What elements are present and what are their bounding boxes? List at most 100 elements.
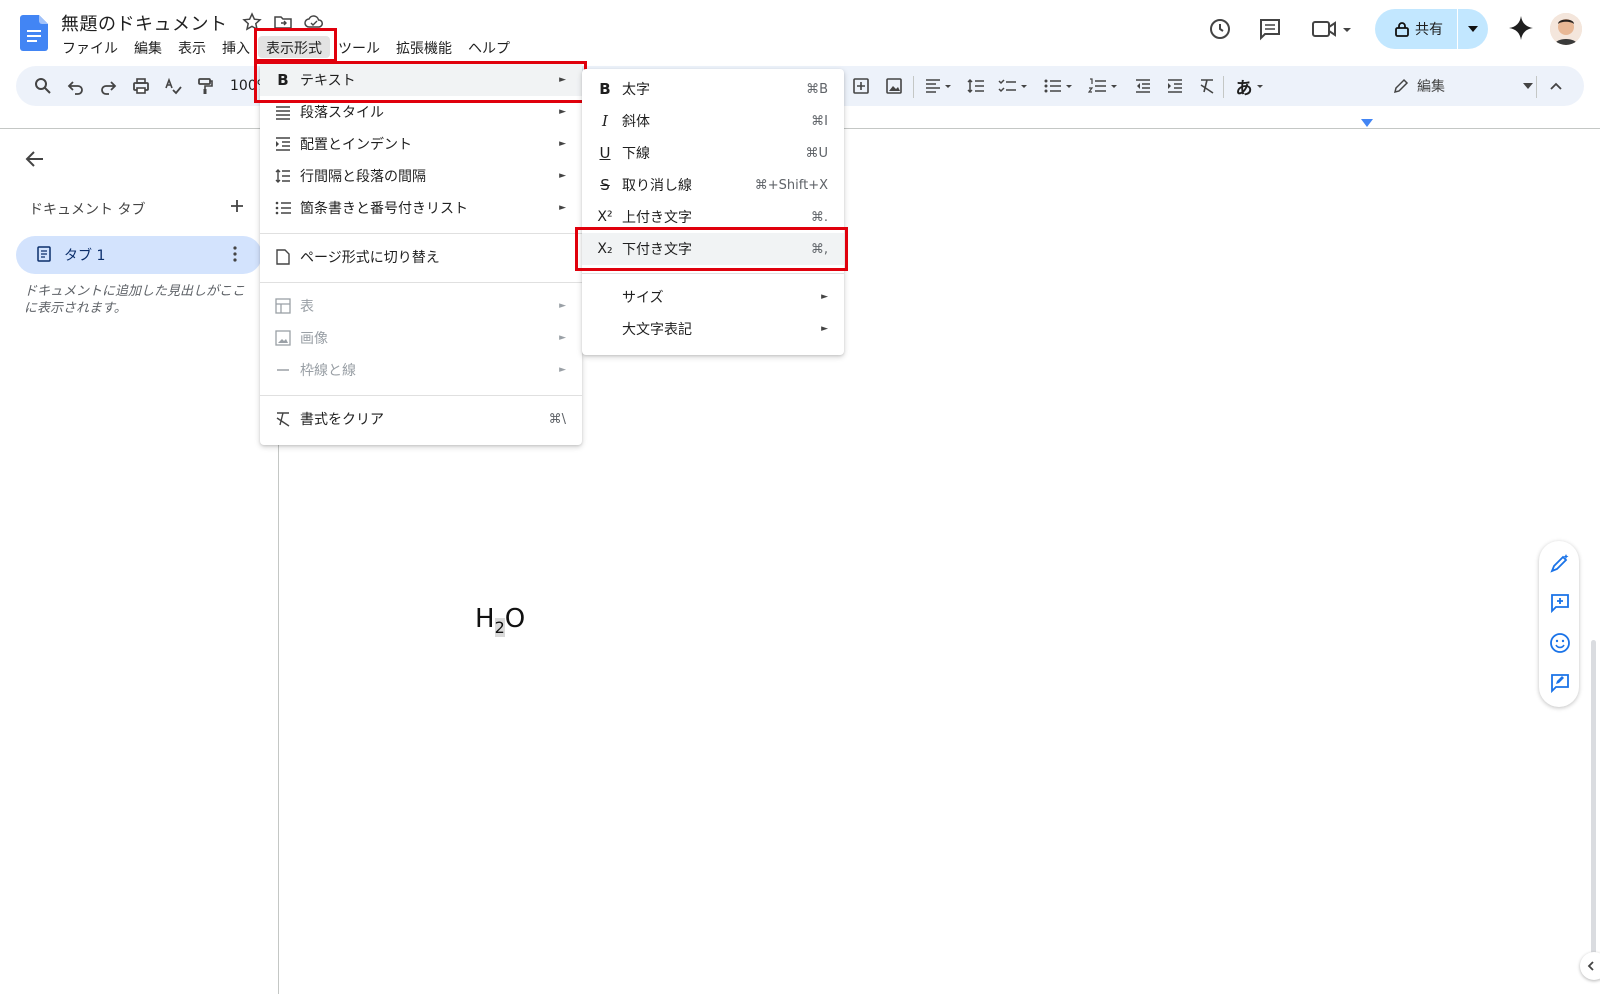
menu-insert[interactable]: 挿入: [214, 36, 258, 58]
meet-video-icon[interactable]: [1310, 16, 1354, 44]
insert-comment-icon[interactable]: [851, 76, 871, 96]
collapse-side-panel-icon[interactable]: [1580, 952, 1600, 980]
indent-icon: [274, 135, 292, 153]
superscript-icon: X²: [597, 209, 613, 225]
input-tools[interactable]: あ: [1234, 76, 1268, 99]
clear-formatting-icon[interactable]: [1197, 76, 1217, 96]
align-icon[interactable]: [924, 76, 956, 96]
submenu-item-strikethrough[interactable]: S 取り消し線 ⌘+Shift+X: [582, 169, 844, 201]
add-comment-icon[interactable]: [1549, 592, 1571, 614]
page-icon: [274, 248, 292, 266]
submenu-arrow-icon: ►: [559, 301, 566, 311]
emoji-reaction-icon[interactable]: [1549, 632, 1571, 654]
increase-indent-icon[interactable]: [1165, 76, 1185, 96]
submenu-arrow-icon: ►: [821, 292, 828, 302]
lock-icon: [1395, 21, 1409, 37]
paint-format-icon[interactable]: [195, 76, 215, 96]
comments-icon[interactable]: [1257, 16, 1285, 44]
cloud-saved-icon[interactable]: [304, 12, 324, 32]
menu-tools[interactable]: ツール: [330, 36, 388, 58]
submenu-arrow-icon: ►: [559, 365, 566, 375]
document-body-text[interactable]: H2O: [475, 604, 525, 637]
table-icon: [274, 297, 292, 315]
submenu-arrow-icon: ►: [559, 75, 566, 85]
submenu-arrow-icon: ►: [559, 139, 566, 149]
menu-file[interactable]: ファイル: [54, 36, 126, 58]
menu-item-paragraph-style[interactable]: 段落スタイル ►: [260, 96, 582, 128]
submenu-item-underline[interactable]: U 下線 ⌘U: [582, 137, 844, 169]
insert-image-icon[interactable]: [884, 76, 904, 96]
share-main[interactable]: 共有: [1375, 9, 1457, 49]
menu-format[interactable]: 表示形式: [258, 36, 330, 58]
submenu-item-size[interactable]: サイズ ►: [582, 281, 844, 313]
submenu-item-bold[interactable]: B 太字 ⌘B: [582, 73, 844, 105]
submenu-item-subscript[interactable]: X₂ 下付き文字 ⌘,: [582, 233, 844, 265]
menu-item-lists[interactable]: 箇条書きと番号付きリスト ►: [260, 192, 582, 224]
menu-edit[interactable]: 編集: [126, 36, 170, 58]
strikethrough-icon: S: [600, 176, 610, 194]
submenu-arrow-icon: ►: [559, 171, 566, 181]
menu-view[interactable]: 表示: [170, 36, 214, 58]
scrollbar[interactable]: [1591, 640, 1596, 962]
submenu-arrow-icon: ►: [559, 107, 566, 117]
move-folder-icon[interactable]: [273, 12, 293, 32]
text-submenu: B 太字 ⌘B I 斜体 ⌘I U 下線 ⌘U S 取り消し線 ⌘+Shift+…: [582, 69, 844, 355]
menu-item-borders: 枠線と線 ►: [260, 354, 582, 386]
tab-document-icon: [36, 246, 52, 262]
menu-divider: [260, 282, 582, 283]
collapse-menus-icon[interactable]: [1546, 76, 1566, 96]
indent-marker-icon[interactable]: [1361, 119, 1373, 127]
spellcheck-icon[interactable]: [163, 76, 183, 96]
checklist-icon[interactable]: [998, 76, 1032, 96]
menu-extensions[interactable]: 拡張機能: [388, 36, 460, 58]
document-tabs-heading: ドキュメント タブ: [29, 202, 146, 218]
undo-icon[interactable]: [66, 76, 86, 96]
menu-item-text[interactable]: B テキスト ►: [260, 64, 582, 96]
back-arrow-icon[interactable]: [24, 148, 46, 170]
bulleted-list-icon[interactable]: [1043, 76, 1077, 96]
bold-icon: B: [599, 80, 611, 98]
share-dropdown-icon[interactable]: [1458, 9, 1488, 49]
menu-item-switch-pages[interactable]: ページ形式に切り替え: [260, 241, 582, 273]
numbered-list-icon[interactable]: [1088, 76, 1122, 96]
line-spacing-icon: [274, 167, 292, 185]
border-icon: [274, 361, 292, 379]
user-avatar[interactable]: [1550, 13, 1582, 45]
decrease-indent-icon[interactable]: [1133, 76, 1153, 96]
submenu-arrow-icon: ►: [821, 324, 828, 334]
menu-divider: [582, 273, 844, 274]
chevron-down-icon: [1523, 83, 1533, 89]
add-tab-icon[interactable]: [228, 197, 246, 215]
menu-item-align-indent[interactable]: 配置とインデント ►: [260, 128, 582, 160]
submenu-item-capitalization[interactable]: 大文字表記 ►: [582, 313, 844, 345]
editing-mode-select[interactable]: 編集: [1393, 73, 1533, 99]
pencil-icon: [1393, 78, 1409, 94]
document-title[interactable]: 無題のドキュメント: [61, 10, 228, 36]
submenu-item-superscript[interactable]: X² 上付き文字 ⌘.: [582, 201, 844, 233]
menu-item-line-spacing[interactable]: 行間隔と段落の間隔 ►: [260, 160, 582, 192]
search-menus-icon[interactable]: [33, 76, 53, 96]
submenu-item-italic[interactable]: I 斜体 ⌘I: [582, 105, 844, 137]
menu-item-clear-format[interactable]: 書式をクリア ⌘\: [260, 403, 582, 435]
menu-item-image: 画像 ►: [260, 322, 582, 354]
suggest-edits-icon[interactable]: [1549, 672, 1571, 694]
more-vert-icon[interactable]: [232, 246, 238, 262]
docs-logo-icon[interactable]: [20, 15, 48, 51]
format-menu: B テキスト ► 段落スタイル ► 配置とインデント ► 行間隔と段落の間隔 ►…: [260, 64, 582, 445]
paragraph-icon: [274, 103, 292, 121]
tab-item-1[interactable]: [16, 236, 262, 274]
clear-format-icon: [274, 410, 292, 428]
version-history-icon[interactable]: [1207, 16, 1235, 44]
star-icon[interactable]: [242, 12, 262, 32]
help-me-write-icon[interactable]: [1549, 552, 1571, 574]
line-spacing-icon[interactable]: [966, 76, 986, 96]
redo-icon[interactable]: [98, 76, 118, 96]
menu-help[interactable]: ヘルプ: [460, 36, 518, 58]
subscript-selection[interactable]: 2: [494, 618, 505, 637]
toolbar-divider: [1536, 76, 1537, 98]
share-label: 共有: [1415, 22, 1443, 38]
bold-b-icon: B: [277, 71, 289, 89]
share-button[interactable]: 共有: [1375, 9, 1488, 49]
print-icon[interactable]: [131, 76, 151, 96]
gemini-spark-icon[interactable]: [1507, 14, 1535, 42]
